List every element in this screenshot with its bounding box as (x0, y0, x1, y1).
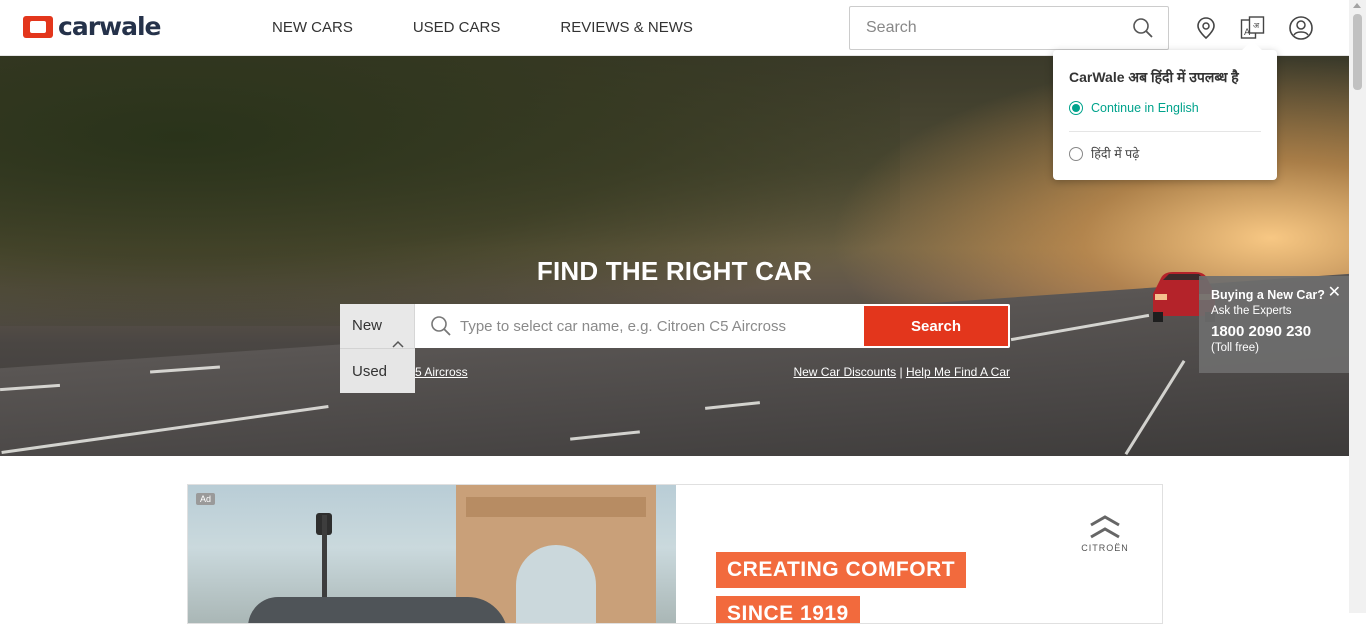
car-type-selected: New (352, 317, 383, 334)
experts-subheading: Ask the Experts (1211, 305, 1292, 317)
page-scrollbar[interactable] (1349, 0, 1366, 613)
nav-used-cars[interactable]: USED CARS (413, 0, 501, 56)
main-nav: NEW CARS USED CARS REVIEWS & NEWS (272, 0, 753, 56)
language-icon[interactable]: Aअ (1240, 15, 1266, 41)
language-option-hindi-label: हिंदी में पढ़े (1091, 147, 1140, 161)
divider (1069, 131, 1261, 132)
site-header: carwale NEW CARS USED CARS REVIEWS & NEW… (0, 0, 1349, 56)
car-type-select[interactable]: New (340, 304, 415, 348)
nav-new-cars[interactable]: NEW CARS (272, 0, 353, 56)
search-icon[interactable] (1132, 17, 1154, 44)
hero-title: FIND THE RIGHT CAR (536, 256, 813, 286)
radio-selected-icon[interactable] (1069, 101, 1083, 115)
carwale-logo[interactable]: carwale (23, 12, 162, 41)
citroen-brand-text: CITROËN (1081, 543, 1129, 553)
language-option-hindi[interactable]: हिंदी में पढ़े (1069, 145, 1139, 162)
ad-image (188, 485, 676, 623)
link-separator: | (896, 365, 906, 379)
ad-headline-line1: CREATING COMFORT (716, 552, 967, 588)
car-search-button[interactable]: Search (864, 306, 1008, 346)
ad-car-image (248, 597, 508, 623)
ad-badge: Ad (196, 493, 216, 505)
logo-text: carwale (58, 12, 162, 41)
car-search-input[interactable] (460, 306, 855, 346)
advertisement-banner[interactable]: Ad CREATING COMFORT SINCE 1919 CITROËN (187, 484, 1163, 624)
location-icon[interactable] (1193, 15, 1219, 41)
svg-text:अ: अ (1253, 21, 1260, 30)
language-option-english-label: Continue in English (1091, 101, 1199, 115)
car-finder: New Search (340, 304, 1010, 348)
close-icon[interactable]: ✕ (1328, 282, 1341, 302)
language-popup: CarWale अब हिंदी में उपलब्ध है Continue … (1053, 40, 1277, 180)
language-popup-title: CarWale अब हिंदी में उपलब्ध है (1069, 69, 1239, 85)
ad-headline-line2: SINCE 1919 (716, 596, 860, 623)
experts-phone[interactable]: 1800 2090 230 (1211, 323, 1349, 340)
scroll-up-arrow-icon[interactable] (1353, 3, 1361, 8)
radio-unselected-icon[interactable] (1069, 146, 1083, 161)
user-account-icon[interactable] (1288, 15, 1314, 41)
ask-experts-widget[interactable]: ✕ Buying a New Car? Ask the Experts 1800… (1199, 276, 1349, 373)
link-new-car-discounts[interactable]: New Car Discounts (793, 365, 896, 379)
header-search-input[interactable] (851, 8, 1121, 48)
carwale-logo-icon (23, 15, 53, 38)
search-icon (430, 315, 452, 342)
nav-reviews-news[interactable]: REVIEWS & NEWS (560, 0, 693, 56)
language-option-english[interactable]: Continue in English (1069, 101, 1199, 115)
link-help-me-find-car[interactable]: Help Me Find A Car (906, 365, 1010, 379)
experts-toll-free-note: (Toll free) (1211, 342, 1259, 354)
scrollbar-thumb[interactable] (1353, 14, 1362, 90)
svg-text:A: A (1244, 28, 1251, 38)
hero-quick-links: New Car Discounts | Help Me Find A Car (793, 365, 1010, 379)
citroen-chevron-icon (1090, 515, 1120, 539)
car-type-option-used[interactable]: Used (340, 348, 415, 393)
citroen-logo: CITROËN (1073, 513, 1137, 553)
india-gate-top (466, 497, 646, 517)
suggestion-link[interactable]: 5 Aircross (415, 365, 468, 379)
header-search (849, 6, 1169, 50)
